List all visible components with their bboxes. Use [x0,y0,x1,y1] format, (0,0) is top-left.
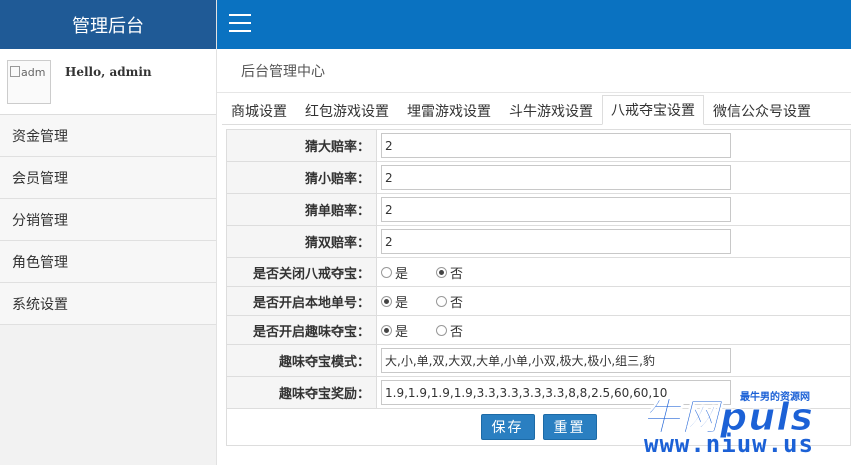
close-bajie-yes-radio[interactable]: 是 [381,263,408,282]
fun-reward-label: 趣味夺宝奖励： [227,377,377,408]
tab-wechat[interactable]: 微信公众号设置 [704,95,820,125]
sidebar-item-members[interactable]: 会员管理 [0,157,216,199]
user-profile: adm Hello, admin [0,49,216,115]
tab-douniu[interactable]: 斗牛游戏设置 [500,95,602,125]
settings-form: 猜大赔率： 2 猜小赔率： 2 猜单赔率： 2 猜双赔率： 2 是否关闭八戒夺宝… [226,129,851,446]
avatar: adm [7,59,51,104]
tab-redpacket[interactable]: 红包游戏设置 [296,95,398,125]
radio-icon [381,266,392,278]
radio-checked-icon [436,266,448,278]
sidebar-item-funds[interactable]: 资金管理 [0,115,216,157]
form-actions: 保存 重置 [227,409,850,445]
even-odds-label: 猜双赔率： [227,226,377,257]
sidebar-item-system[interactable]: 系统设置 [0,283,216,325]
big-odds-label: 猜大赔率： [227,130,377,161]
close-bajie-no-radio[interactable]: 否 [436,263,463,282]
sidebar: 管理后台 adm Hello, admin 资金管理 会员管理 分销管理 角色管… [0,0,217,465]
tab-bajie-treasure[interactable]: 八戒夺宝设置 [602,95,704,125]
small-odds-label: 猜小赔率： [227,162,377,193]
save-button[interactable]: 保存 [480,414,535,440]
tab-mall[interactable]: 商城设置 [222,95,296,125]
fun-reward-input[interactable]: 1.9,1.9,1.9,1.9,3.3,3.3,3.3,3.3,8,8,2.5,… [381,380,731,405]
brand-title: 管理后台 [0,0,216,49]
odd-odds-input[interactable]: 2 [381,197,731,222]
menu-toggle-icon[interactable] [229,14,251,32]
settings-tabs: 商城设置 红包游戏设置 埋雷游戏设置 斗牛游戏设置 八戒夺宝设置 微信公众号设置 [222,95,851,125]
fun-treasure-label: 是否开启趣味夺宝： [227,316,377,344]
local-single-yes-radio[interactable]: 是 [381,292,408,311]
close-bajie-label: 是否关闭八戒夺宝： [227,258,377,286]
breadcrumb: 后台管理中心 [217,49,851,93]
radio-checked-icon [381,295,392,307]
even-odds-input[interactable]: 2 [381,229,731,254]
reset-button[interactable]: 重置 [542,414,597,440]
top-bar [217,0,851,49]
odd-odds-label: 猜单赔率： [227,194,377,225]
main-content: 后台管理中心 商城设置 红包游戏设置 埋雷游戏设置 斗牛游戏设置 八戒夺宝设置 … [217,49,851,465]
local-single-no-radio[interactable]: 否 [436,292,463,311]
fun-treasure-yes-radio[interactable]: 是 [381,321,408,340]
greeting: Hello, admin [65,64,152,79]
fun-mode-input[interactable]: 大,小,单,双,大双,大单,小单,小双,极大,极小,组三,豹 [381,348,731,373]
avatar-alt-text: adm [21,65,46,79]
small-odds-input[interactable]: 2 [381,165,731,190]
radio-icon [436,295,448,307]
fun-treasure-no-radio[interactable]: 否 [436,321,463,340]
big-odds-input[interactable]: 2 [381,133,731,158]
tab-minesweep[interactable]: 埋雷游戏设置 [398,95,500,125]
broken-image-icon [10,65,20,77]
fun-mode-label: 趣味夺宝模式： [227,345,377,376]
sidebar-item-roles[interactable]: 角色管理 [0,241,216,283]
sidebar-item-distribution[interactable]: 分销管理 [0,199,216,241]
local-single-label: 是否开启本地单号： [227,287,377,315]
radio-checked-icon [381,324,392,336]
radio-icon [436,324,448,336]
